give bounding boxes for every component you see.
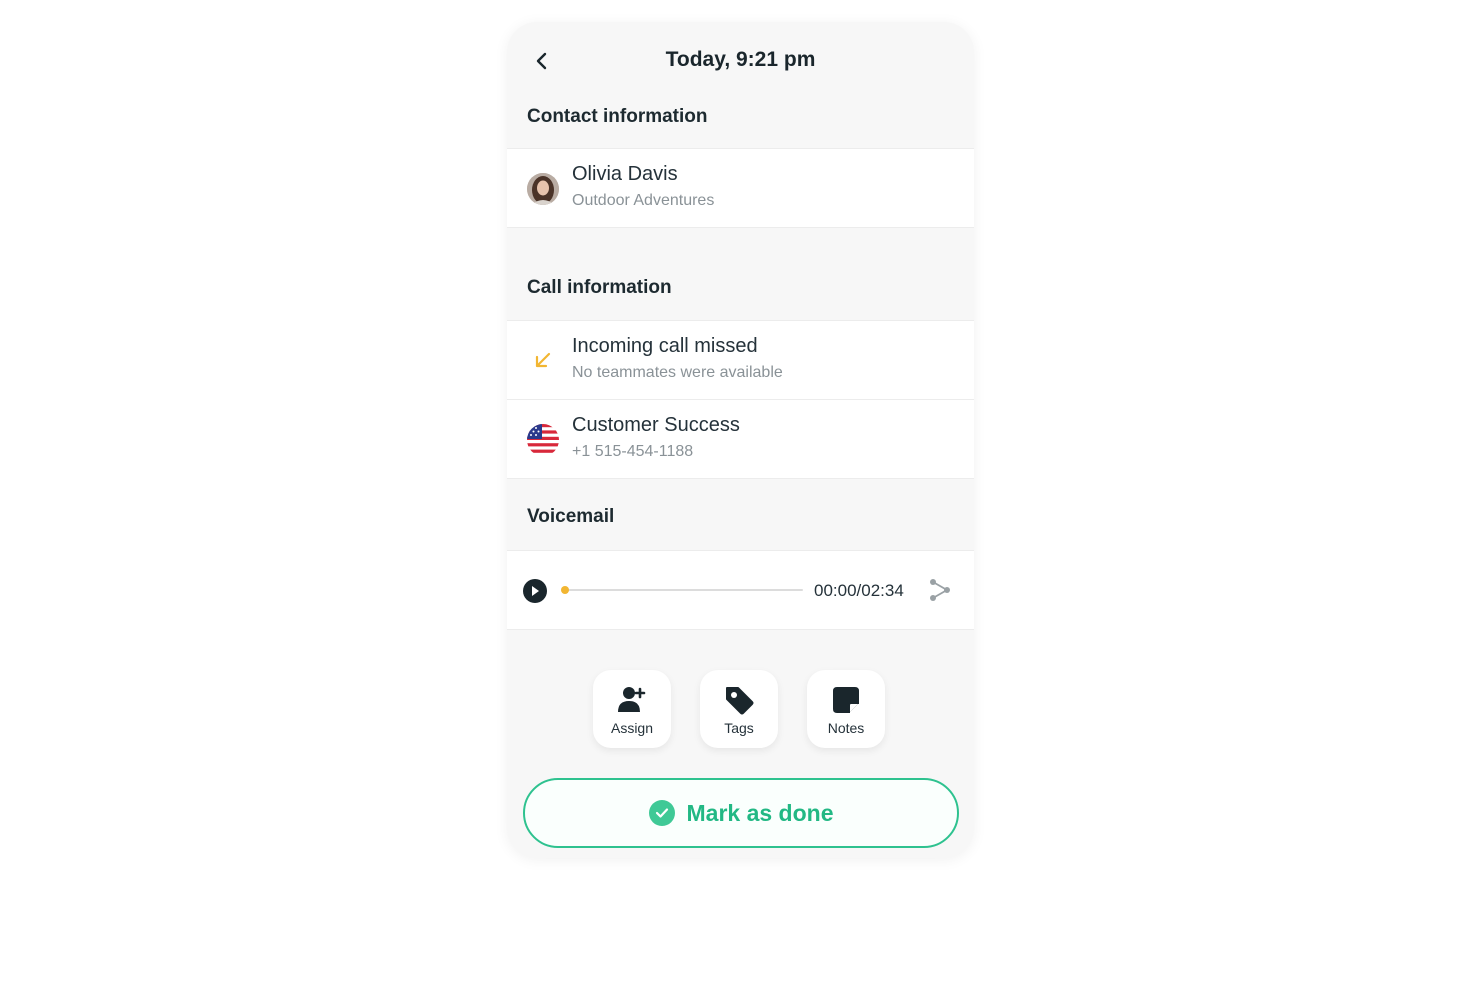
contact-row[interactable]: Olivia Davis Outdoor Adventures xyxy=(507,148,974,228)
voicemail-scrubber-thumb[interactable] xyxy=(561,586,569,594)
notes-button[interactable]: Notes xyxy=(807,670,885,748)
mark-as-done-label: Mark as done xyxy=(686,799,834,826)
call-section-title: Call information xyxy=(527,277,672,298)
contact-name: Olivia Davis xyxy=(572,163,678,185)
line-number: +1 515-454-1188 xyxy=(572,443,694,460)
page-title: Today, 9:21 pm xyxy=(665,48,816,71)
mark-as-done-button[interactable]: Mark as done xyxy=(523,778,959,848)
play-button[interactable] xyxy=(523,579,547,603)
notes-label: Notes xyxy=(827,720,865,736)
action-buttons: Assign Tags Notes xyxy=(507,670,974,748)
tags-label: Tags xyxy=(724,720,754,736)
share-button[interactable] xyxy=(927,577,953,603)
tag-icon xyxy=(726,687,754,715)
voicemail-time: 00:00/02:34 xyxy=(814,581,904,600)
check-circle-icon xyxy=(648,800,675,826)
voicemail-scrubber[interactable] xyxy=(561,586,803,594)
assign-user-icon xyxy=(618,687,646,712)
line-name: Customer Success xyxy=(572,414,740,436)
us-flag-icon xyxy=(526,423,560,457)
call-detail-card: Today, 9:21 pm Contact information Olivi… xyxy=(507,22,974,858)
call-status-row: Incoming call missed No teammates were a… xyxy=(507,320,974,400)
voicemail-player: 00:00/02:34 xyxy=(507,550,974,630)
avatar xyxy=(526,172,560,206)
contact-photo-icon xyxy=(527,173,559,205)
share-icon xyxy=(930,579,950,601)
note-icon xyxy=(833,687,859,713)
tags-button[interactable]: Tags xyxy=(700,670,778,748)
contact-section-title: Contact information xyxy=(527,106,708,127)
call-line-row: Customer Success +1 515-454-1188 xyxy=(507,399,974,479)
voicemail-section-title: Voicemail xyxy=(527,506,615,527)
call-status-detail: No teammates were available xyxy=(572,364,783,381)
missed-call-arrow-icon xyxy=(526,343,560,377)
header: Today, 9:21 pm xyxy=(507,22,974,100)
assign-label: Assign xyxy=(610,720,654,736)
call-status: Incoming call missed xyxy=(572,335,758,357)
play-icon xyxy=(532,586,539,596)
contact-company: Outdoor Adventures xyxy=(572,192,715,209)
assign-button[interactable]: Assign xyxy=(593,670,671,748)
